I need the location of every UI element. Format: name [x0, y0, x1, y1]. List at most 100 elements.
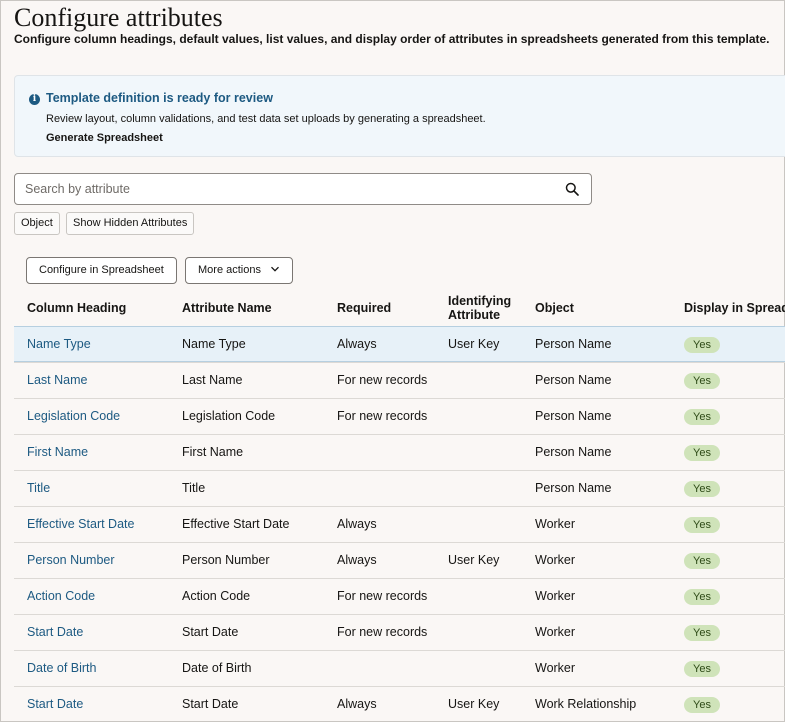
display-cell: Yes: [684, 651, 720, 686]
column-heading-link[interactable]: Person Number: [27, 543, 115, 578]
search-icon[interactable]: [565, 182, 579, 196]
display-cell: Yes: [684, 363, 720, 398]
show-hidden-attributes-chip[interactable]: Show Hidden Attributes: [66, 212, 195, 235]
table-row[interactable]: Name Type Name Type Always User Key Person N…: [14, 326, 785, 362]
status-badge: Yes: [684, 588, 720, 605]
table-row[interactable]: Person Number Person Number Always User Key…: [14, 542, 785, 578]
generate-spreadsheet-link[interactable]: Generate Spreadsheet: [46, 132, 163, 144]
table-row[interactable]: First Name First Name Person Name Yes: [14, 434, 785, 470]
attribute-name-cell: Name Type: [182, 337, 246, 351]
column-heading-link[interactable]: Legislation Code: [27, 399, 120, 434]
display-cell: Yes: [684, 543, 720, 578]
status-badge: Yes: [684, 696, 720, 713]
page-title: Configure attributes: [14, 3, 223, 32]
attribute-name-cell: Title: [182, 481, 206, 495]
display-cell: Yes: [684, 615, 720, 650]
attribute-name-cell: First Name: [182, 445, 244, 459]
column-heading-link[interactable]: Effective Start Date: [27, 507, 134, 542]
column-heading-link[interactable]: Start Date: [27, 615, 83, 650]
object-cell: Person Name: [535, 409, 612, 423]
status-badge: Yes: [684, 624, 720, 641]
info-icon: i: [29, 94, 40, 105]
attribute-name-cell: Effective Start Date: [182, 517, 290, 531]
required-cell: Always: [337, 697, 377, 711]
search-box[interactable]: [14, 173, 592, 205]
object-cell: Person Name: [535, 337, 612, 351]
column-heading-link[interactable]: First Name: [27, 435, 88, 470]
attribute-name-cell: Person Number: [182, 553, 270, 567]
more-actions-label: More actions: [198, 264, 261, 276]
required-cell: For new records: [337, 373, 428, 387]
status-badge: Yes: [684, 372, 720, 389]
column-header-identifying[interactable]: Identifying Attribute: [448, 289, 526, 326]
identifying-attribute-cell: User Key: [448, 553, 500, 567]
object-cell: Person Name: [535, 373, 612, 387]
search-input[interactable]: [25, 174, 545, 204]
display-cell: Yes: [684, 435, 720, 470]
column-heading-link[interactable]: Date of Birth: [27, 651, 96, 686]
table-row[interactable]: Date of Birth Date of Birth Worker Yes: [14, 650, 785, 686]
column-header-display[interactable]: Display in Spreadsheet: [684, 289, 785, 326]
status-badge: Yes: [684, 336, 720, 353]
object-cell: Worker: [535, 553, 576, 567]
column-header-object[interactable]: Object: [535, 289, 574, 326]
status-badge: Yes: [684, 408, 720, 425]
column-heading-link[interactable]: Action Code: [27, 579, 95, 614]
table-header: Column Heading Attribute Name Required I…: [14, 289, 785, 326]
object-cell: Worker: [535, 517, 576, 531]
column-heading-link[interactable]: Start Date: [27, 687, 83, 722]
more-actions-button[interactable]: More actions: [185, 257, 294, 284]
object-cell: Worker: [535, 625, 576, 639]
table-row[interactable]: Action Code Action Code For new records Wor…: [14, 578, 785, 614]
column-heading-link[interactable]: Last Name: [27, 363, 87, 398]
display-cell: Yes: [684, 471, 720, 506]
status-badge: Yes: [684, 516, 720, 533]
column-heading-link[interactable]: Title: [27, 471, 50, 506]
table-row[interactable]: Start Date Start Date Always User Key Work R…: [14, 686, 785, 722]
column-heading-link[interactable]: Name Type: [27, 327, 91, 362]
identifying-attribute-cell: User Key: [448, 337, 500, 351]
status-badge: Yes: [684, 480, 720, 497]
object-cell: Person Name: [535, 481, 612, 495]
table-body: Name Type Name Type Always User Key Person N…: [14, 326, 785, 722]
banner-text: Review layout, column validations, and t…: [46, 113, 486, 125]
table-row[interactable]: Title Title Person Name Yes: [14, 470, 785, 506]
table-row[interactable]: Legislation Code Legislation Code For new …: [14, 398, 785, 434]
object-cell: Worker: [535, 589, 576, 603]
required-cell: For new records: [337, 625, 428, 639]
display-cell: Yes: [684, 327, 720, 362]
table-row[interactable]: Effective Start Date Effective Start Date…: [14, 506, 785, 542]
attribute-name-cell: Action Code: [182, 589, 251, 603]
display-cell: Yes: [684, 399, 720, 434]
attribute-name-cell: Start Date: [182, 625, 239, 639]
column-header-heading[interactable]: Column Heading: [27, 289, 126, 326]
object-filter-chip[interactable]: Object: [14, 212, 60, 235]
column-header-attribute[interactable]: Attribute Name: [182, 289, 272, 326]
status-badge: Yes: [684, 552, 720, 569]
required-cell: Always: [337, 553, 377, 567]
chevron-down-icon: [271, 266, 280, 272]
page-subtitle: Configure column headings, default value…: [14, 32, 770, 46]
attribute-name-cell: Start Date: [182, 697, 239, 711]
required-cell: For new records: [337, 589, 428, 603]
display-cell: Yes: [684, 579, 720, 614]
status-badge: Yes: [684, 660, 720, 677]
attribute-name-cell: Date of Birth: [182, 661, 252, 675]
table-row[interactable]: Start Date Start Date For new records Worke…: [14, 614, 785, 650]
attribute-name-cell: Last Name: [182, 373, 243, 387]
required-cell: Always: [337, 517, 377, 531]
required-cell: For new records: [337, 409, 428, 423]
table-row[interactable]: Last Name Last Name For new records Person …: [14, 362, 785, 398]
column-header-required[interactable]: Required: [337, 289, 391, 326]
banner-title: Template definition is ready for review: [46, 91, 273, 105]
attributes-table: Column Heading Attribute Name Required I…: [14, 289, 785, 722]
object-cell: Person Name: [535, 445, 612, 459]
identifying-attribute-cell: User Key: [448, 697, 500, 711]
status-badge: Yes: [684, 444, 720, 461]
display-cell: Yes: [684, 507, 720, 542]
object-cell: Work Relationship: [535, 697, 637, 711]
display-cell: Yes: [684, 687, 720, 722]
info-banner: i Template definition is ready for revie…: [14, 75, 785, 157]
configure-in-spreadsheet-button[interactable]: Configure in Spreadsheet: [26, 257, 177, 284]
attribute-name-cell: Legislation Code: [182, 409, 276, 423]
